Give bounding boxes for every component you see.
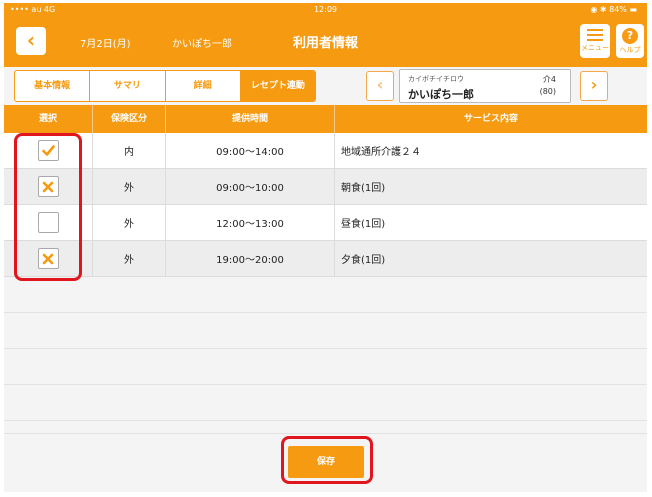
service-cell: 地域通所介護２４ <box>341 147 421 158</box>
service-table: 選択 保険区分 提供時間 サービス内容 内 09:00〜14:00 地域通所介護… <box>4 105 647 421</box>
app-screen: •••• au 4G 12:09 ◉ ✱ 84% ▬ ‹ 7月2日(月) かいぽ… <box>4 3 647 492</box>
app-header: ‹ 7月2日(月) かいぽち一郎 利用者情報 メニュー ? ヘルプ <box>4 17 647 67</box>
service-cell: 朝食(1回) <box>341 183 386 194</box>
time-cell: 19:00〜20:00 <box>166 241 335 276</box>
time-cell: 12:00〜13:00 <box>166 205 335 240</box>
tab-receipt-link[interactable]: レセプト連動 <box>240 71 315 101</box>
patient-kana: カイボチイチロウ <box>408 75 464 83</box>
column-header-service: サービス内容 <box>463 114 518 124</box>
tab-summary[interactable]: サマリ <box>90 71 166 101</box>
empty-row <box>4 313 647 349</box>
empty-row <box>4 385 647 421</box>
service-cell: 昼食(1回) <box>341 219 386 230</box>
empty-row <box>4 349 647 385</box>
chevron-right-icon: › <box>590 75 598 94</box>
previous-user-button[interactable]: ‹ <box>366 71 394 101</box>
page-title: 利用者情報 <box>292 36 358 51</box>
next-user-button[interactable]: › <box>580 71 608 101</box>
patient-name: かいぽち一郎 <box>408 88 474 101</box>
insurance-cell: 外 <box>93 205 166 240</box>
help-button[interactable]: ? ヘルプ <box>616 24 644 58</box>
battery-indicator: ◉ ✱ 84% ▬ <box>590 5 637 14</box>
tab-bar: 基本情報 サマリ 詳細 レセプト連動 <box>14 70 316 102</box>
column-header-select: 選択 <box>4 105 93 133</box>
patient-age: (80) <box>539 87 556 96</box>
menu-button[interactable]: メニュー <box>580 24 610 58</box>
clock: 12:09 <box>313 5 338 14</box>
toolbar: 基本情報 サマリ 詳細 レセプト連動 ‹ カイボチイチロウ 介4 かいぽち一郎 … <box>4 67 647 105</box>
insurance-cell: 外 <box>93 241 166 276</box>
table-row[interactable]: 外 12:00〜13:00 昼食(1回) <box>4 205 647 241</box>
service-cell: 夕食(1回) <box>341 255 386 266</box>
help-icon: ? <box>622 28 638 44</box>
time-cell: 09:00〜14:00 <box>166 133 335 168</box>
table-row[interactable]: 外 19:00〜20:00 夕食(1回) <box>4 241 647 277</box>
patient-care-level: 介4 <box>542 75 556 84</box>
patient-card: カイボチイチロウ 介4 かいぽち一郎 (80) <box>399 69 571 103</box>
chevron-left-icon: ‹ <box>376 75 384 94</box>
insurance-cell: 外 <box>93 169 166 204</box>
menu-button-label: メニュー <box>581 44 609 52</box>
save-highlight-box <box>281 436 373 484</box>
help-button-label: ヘルプ <box>619 46 641 54</box>
status-bar: •••• au 4G 12:09 ◉ ✱ 84% ▬ <box>4 3 647 17</box>
tab-basic-info[interactable]: 基本情報 <box>15 71 91 101</box>
table-row[interactable]: 外 09:00〜10:00 朝食(1回) <box>4 169 647 205</box>
selection-highlight-box <box>14 133 82 281</box>
column-header-time: 提供時間 <box>166 105 335 133</box>
insurance-cell: 内 <box>93 133 166 168</box>
hamburger-icon <box>587 29 603 41</box>
tab-details[interactable]: 詳細 <box>166 71 241 101</box>
column-header-insurance: 保険区分 <box>93 105 166 133</box>
time-cell: 09:00〜10:00 <box>166 169 335 204</box>
table-row[interactable]: 内 09:00〜14:00 地域通所介護２４ <box>4 133 647 169</box>
empty-row <box>4 277 647 313</box>
table-header: 選択 保険区分 提供時間 サービス内容 <box>4 105 647 133</box>
